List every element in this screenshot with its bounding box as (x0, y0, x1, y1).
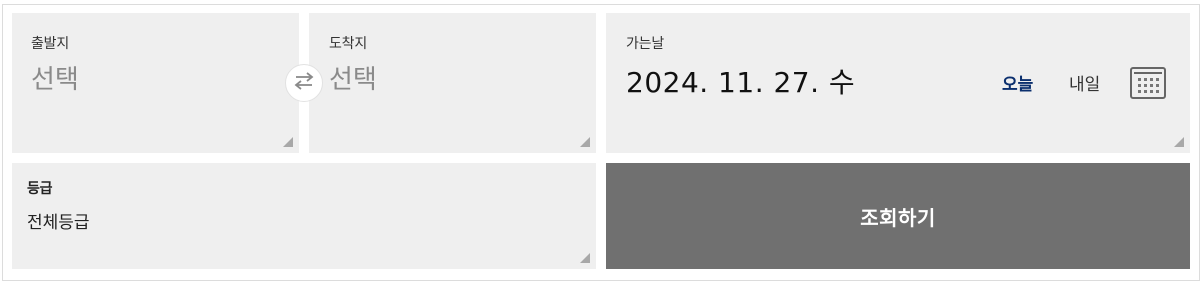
date-selector[interactable]: 가는날 2024. 11. 27. 수 오늘 내일 (606, 13, 1190, 153)
corner-triangle-icon (1174, 137, 1184, 147)
date-label: 가는날 (626, 36, 665, 52)
departure-value[interactable]: 선택 (31, 59, 79, 96)
calendar-button[interactable] (1130, 67, 1166, 99)
corner-triangle-icon (283, 137, 293, 147)
corner-triangle-icon (580, 253, 590, 263)
calendar-icon (1138, 78, 1160, 94)
date-value[interactable]: 2024. 11. 27. 수 (626, 61, 855, 101)
arrival-selector[interactable]: 도착지 선택 (309, 13, 596, 153)
departure-label: 출발지 (31, 36, 70, 52)
today-button[interactable]: 오늘 (1002, 70, 1033, 95)
tomorrow-button[interactable]: 내일 (1069, 70, 1100, 95)
corner-triangle-icon (580, 137, 590, 147)
grade-selector[interactable]: 등급 전체등급 (12, 163, 596, 269)
grade-label: 등급 (27, 181, 53, 197)
swap-arrows-icon (293, 72, 315, 94)
swap-button[interactable] (285, 64, 323, 102)
departure-selector[interactable]: 출발지 선택 (12, 13, 299, 153)
calendar-header-bar (1134, 72, 1162, 74)
arrival-value[interactable]: 선택 (329, 59, 377, 96)
search-button[interactable]: 조회하기 (606, 163, 1190, 269)
arrival-label: 도착지 (329, 36, 368, 52)
grade-value[interactable]: 전체등급 (27, 208, 90, 233)
